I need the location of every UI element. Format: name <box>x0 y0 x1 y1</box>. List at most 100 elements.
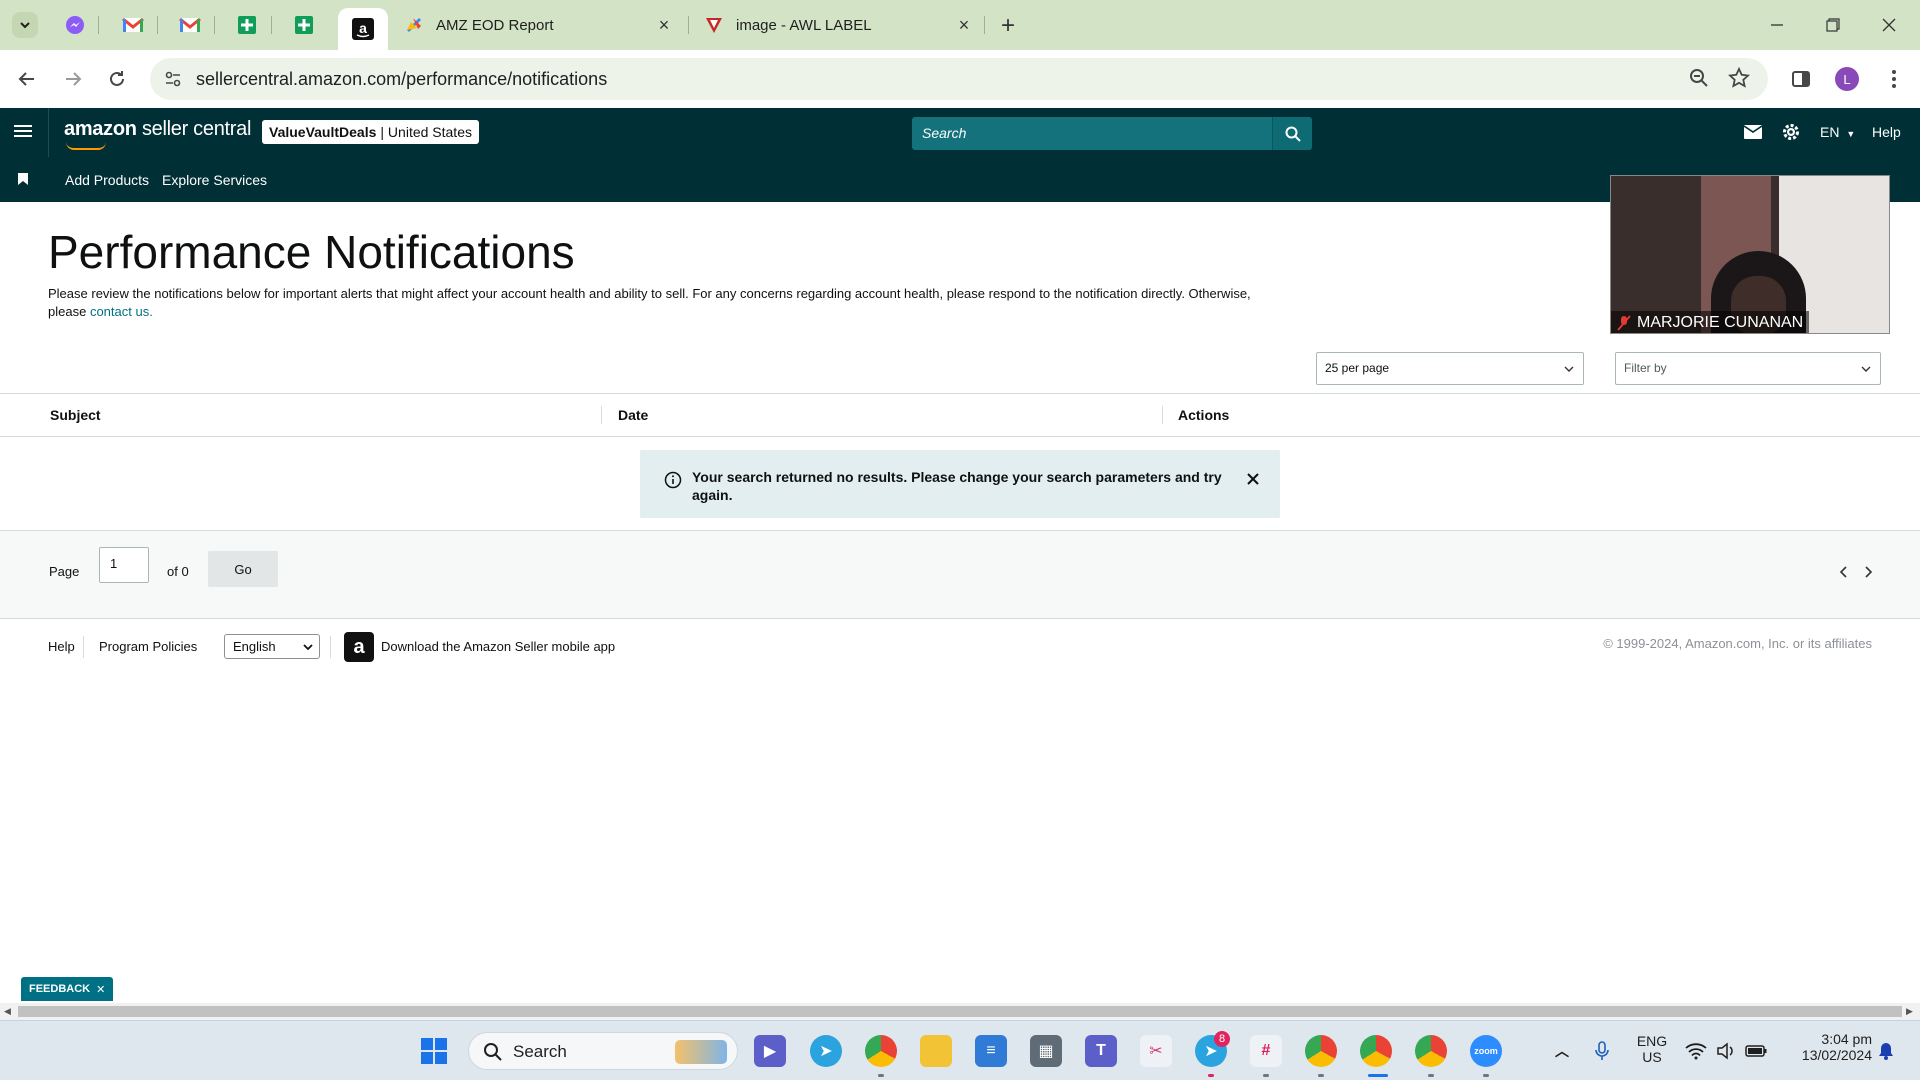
pinned-tab-sheets[interactable] <box>232 10 262 40</box>
windows-logo-icon <box>421 1038 447 1064</box>
taskbar-telegram-icon[interactable]: ➤ <box>810 1035 842 1067</box>
input-language-indicator[interactable]: ENG US <box>1630 1033 1674 1065</box>
taskbar-chrome-profile-icon[interactable] <box>1305 1035 1337 1067</box>
scroll-left-icon[interactable]: ◀ <box>4 1006 14 1017</box>
search-placeholder: Search <box>922 125 967 141</box>
hamburger-menu-icon[interactable] <box>14 122 32 142</box>
taskbar-chrome-icon[interactable] <box>865 1035 897 1067</box>
mail-icon <box>1744 125 1762 139</box>
new-tab-button[interactable]: + <box>994 12 1022 40</box>
taskbar-calculator-icon[interactable]: ▦ <box>1030 1035 1062 1067</box>
subnav-add-products[interactable]: Add Products <box>65 172 149 188</box>
pinned-tab-gmail[interactable] <box>118 10 148 40</box>
svg-text:a: a <box>359 20 367 36</box>
horizontal-scrollbar[interactable]: ◀ ▶ <box>0 1003 1920 1020</box>
pinned-tab-messenger[interactable] <box>60 10 90 40</box>
taskbar-chrome-profile-j-icon[interactable] <box>1415 1035 1447 1067</box>
column-header-date[interactable]: Date <box>618 407 648 423</box>
download-app-link[interactable]: Download the Amazon Seller mobile app <box>381 639 615 654</box>
forward-button[interactable] <box>56 62 90 96</box>
footer-help-link[interactable]: Help <box>48 639 75 654</box>
reload-button[interactable] <box>100 62 134 96</box>
taskbar-search-label: Search <box>513 1042 567 1061</box>
wifi-icon[interactable] <box>1680 1035 1712 1067</box>
scroll-right-icon[interactable]: ▶ <box>1906 1006 1916 1017</box>
close-icon[interactable] <box>1244 470 1262 488</box>
language-code: EN <box>1820 124 1840 140</box>
messages-button[interactable] <box>1742 122 1764 142</box>
footer-language-select[interactable]: English <box>224 634 320 659</box>
taskbar-snipping-tool-icon[interactable]: ✂ <box>1140 1035 1172 1067</box>
scrollbar-thumb[interactable] <box>18 1006 1902 1017</box>
tab-close-icon[interactable]: × <box>654 15 674 35</box>
taskbar-file-explorer-icon[interactable] <box>920 1035 952 1067</box>
microphone-icon[interactable] <box>1586 1035 1618 1067</box>
tab-separator <box>984 16 985 34</box>
close-icon[interactable]: ✕ <box>96 983 105 996</box>
feedback-button[interactable]: FEEDBACK ✕ <box>21 977 114 1001</box>
address-bar[interactable]: sellercentral.amazon.com/performance/not… <box>150 58 1768 100</box>
tab-search-button[interactable] <box>12 12 38 38</box>
search-button[interactable] <box>1272 117 1312 150</box>
taskbar-chrome-active-icon[interactable] <box>1360 1035 1392 1067</box>
bookmark-star-icon[interactable] <box>1727 66 1752 91</box>
back-button[interactable] <box>10 62 44 96</box>
bookmark-icon[interactable] <box>18 173 28 185</box>
video-call-tile[interactable]: MARJORIE CUNANAN <box>1610 175 1890 334</box>
restore-button[interactable] <box>1810 8 1856 42</box>
contact-us-link[interactable]: contact us. <box>90 304 153 319</box>
filter-by-select[interactable]: Filter by <box>1615 352 1881 385</box>
pinned-tab-sheets-2[interactable] <box>289 10 319 40</box>
language-line2: US <box>1642 1049 1662 1065</box>
settings-button[interactable] <box>1780 122 1802 142</box>
tab-close-icon[interactable]: × <box>954 15 974 35</box>
show-hidden-icons-icon[interactable]: ︿ <box>1546 1035 1578 1067</box>
browser-menu-button[interactable] <box>1880 65 1908 93</box>
pinned-tab-gmail-2[interactable] <box>175 10 205 40</box>
seller-search-input[interactable]: Search <box>912 117 1312 150</box>
taskbar-teams-icon[interactable]: T <box>1085 1035 1117 1067</box>
subnav-explore-services[interactable]: Explore Services <box>162 172 267 188</box>
reload-icon <box>110 71 124 86</box>
gear-icon <box>1783 124 1799 140</box>
taskbar-meet-icon[interactable]: ▶ <box>754 1035 786 1067</box>
forward-arrow-icon <box>66 72 82 86</box>
column-header-subject[interactable]: Subject <box>50 407 101 423</box>
tab-image-awl-label[interactable]: image - AWL LABEL × <box>704 8 974 42</box>
amazon-app-icon[interactable]: a <box>344 632 374 662</box>
amazon-icon: a <box>352 18 374 40</box>
per-page-select[interactable]: 25 per page <box>1316 352 1584 385</box>
help-link[interactable]: Help <box>1872 124 1901 140</box>
notifications-bell-icon[interactable] <box>1870 1035 1902 1067</box>
side-panel-button[interactable] <box>1787 65 1815 93</box>
taskbar-slack-icon[interactable]: # <box>1250 1035 1282 1067</box>
copyright-text: © 1999-2024, Amazon.com, Inc. or its aff… <box>1603 636 1872 651</box>
system-clock[interactable]: 3:04 pm 13/02/2024 <box>1782 1031 1872 1063</box>
running-indicator <box>1263 1074 1269 1077</box>
page-number-input[interactable]: 1 <box>99 547 149 583</box>
pinned-tab-amazon-active[interactable]: a <box>338 8 388 50</box>
footer-divider <box>330 636 331 658</box>
logo-brand: amazon <box>64 118 137 140</box>
tab-label: image - AWL LABEL <box>736 16 872 34</box>
profile-avatar[interactable]: L <box>1835 67 1859 91</box>
windows-start-button[interactable] <box>418 1035 450 1067</box>
taskbar-zoom-icon[interactable]: zoom <box>1470 1035 1502 1067</box>
chevron-left-icon[interactable] <box>1837 565 1851 579</box>
taskbar-notepad-icon[interactable]: ≡ <box>975 1035 1007 1067</box>
minimize-button[interactable] <box>1754 8 1800 42</box>
amazon-seller-central-logo[interactable]: amazon seller central <box>64 118 251 150</box>
zoom-icon[interactable] <box>1688 67 1712 91</box>
go-button[interactable]: Go <box>208 551 278 587</box>
volume-icon[interactable] <box>1710 1035 1742 1067</box>
chevron-right-icon[interactable] <box>1861 565 1875 579</box>
footer-program-policies-link[interactable]: Program Policies <box>99 639 197 654</box>
close-window-button[interactable] <box>1866 8 1912 42</box>
tab-amz-eod-report[interactable]: AMZ EOD Report × <box>404 8 674 42</box>
browser-toolbar: sellercentral.amazon.com/performance/not… <box>0 50 1920 108</box>
battery-icon[interactable] <box>1740 1035 1772 1067</box>
taskbar-search[interactable]: Search <box>468 1032 738 1070</box>
language-selector[interactable]: EN ▼ <box>1820 124 1855 140</box>
store-switcher[interactable]: ValueVaultDeals | United States <box>262 120 479 144</box>
site-info-icon[interactable] <box>162 68 184 90</box>
